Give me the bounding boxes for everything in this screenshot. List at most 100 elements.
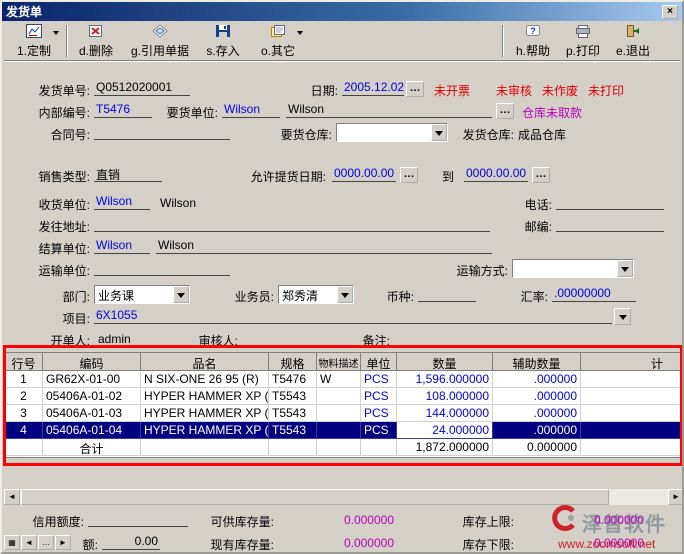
cell-blank <box>581 439 684 456</box>
scrollbar-thumb[interactable] <box>21 489 609 505</box>
cell-row-no: 1 <box>5 371 43 388</box>
date-picker-button[interactable]: … <box>406 81 424 97</box>
scroll-left-button[interactable]: ◄ <box>4 489 20 505</box>
auditor-input[interactable] <box>242 330 346 346</box>
receiver-code-link[interactable]: Wilson <box>94 194 150 210</box>
pickup-from-picker-button[interactable]: … <box>400 167 418 183</box>
transport-mode-combo[interactable] <box>512 259 634 278</box>
col-header-spec[interactable]: 规格 <box>269 353 317 371</box>
toolbar: 1.定制 d.删除 g.引用单据 s.存入 o.其它 ? h.帮助 p.打印 <box>4 22 680 60</box>
print-button[interactable]: p.打印 <box>560 23 606 59</box>
zip-input[interactable] <box>556 216 664 232</box>
help-button[interactable]: ? h.帮助 <box>509 23 557 59</box>
settle-unit-code-link[interactable]: Wilson <box>94 238 150 254</box>
customize-label: 1.定制 <box>17 42 51 59</box>
record-next-button[interactable]: ► <box>55 535 71 550</box>
creator-value: admin <box>98 332 131 346</box>
demand-unit-name-input[interactable]: Wilson <box>286 102 492 118</box>
cell-spec: T5543 <box>269 422 317 439</box>
settle-unit-label: 结算单位: <box>30 240 90 257</box>
address-input[interactable] <box>94 216 490 232</box>
transport-unit-input[interactable] <box>94 260 230 276</box>
col-header-desc[interactable]: 物料描述 <box>317 353 361 371</box>
project-input[interactable]: 6X1055 <box>94 308 612 324</box>
cell-plan <box>581 422 684 439</box>
scroll-left-icon: ◄ <box>8 492 16 501</box>
exit-button[interactable]: e.退出 <box>610 23 656 59</box>
order-no-input[interactable]: Q0512020001 <box>94 80 190 96</box>
settle-unit-name-input[interactable]: Wilson <box>156 238 492 254</box>
department-label: 部门: <box>30 288 90 305</box>
chevron-down-icon[interactable] <box>337 286 353 303</box>
scroll-right-icon: ► <box>672 492 680 501</box>
close-icon: × <box>667 6 673 17</box>
salesman-value: 郑秀清 <box>279 286 337 303</box>
available-stock-value: 0.000000 <box>302 513 394 527</box>
cell-blank <box>141 439 269 456</box>
col-header-row-no[interactable]: 行号 <box>5 353 43 371</box>
reference-doc-button[interactable]: g.引用单据 <box>126 23 194 59</box>
pickup-date-from-input[interactable]: 0000.00.00 <box>332 166 396 182</box>
chevron-down-icon[interactable] <box>431 124 447 141</box>
date-input[interactable]: 2005.12.02 <box>342 80 404 96</box>
cell-qty: 108.000000 <box>397 388 493 405</box>
phone-input[interactable] <box>556 194 664 210</box>
contract-no-input[interactable] <box>94 124 230 140</box>
horizontal-scrollbar[interactable]: ◄ ► <box>4 489 684 505</box>
salesman-label: 业务员: <box>222 288 274 305</box>
line-items-table: 行号 编码 品名 规格 物料描述 单位 数量 辅助数量 计 1 GR62X-01… <box>4 352 684 458</box>
internal-no-link[interactable]: T5476 <box>94 102 152 118</box>
other-button[interactable]: o.其它 <box>252 23 304 59</box>
cell-qty-editing[interactable]: 24.000000 <box>397 422 493 439</box>
scroll-right-button[interactable]: ► <box>668 489 684 505</box>
pickup-to-picker-button[interactable]: … <box>532 167 550 183</box>
close-button[interactable]: × <box>662 5 678 19</box>
internal-no-label: 内部编号: <box>30 104 90 121</box>
demand-unit-code-input[interactable]: Wilson <box>222 102 280 118</box>
currency-input[interactable] <box>418 286 476 302</box>
titlebar: 发货单 × <box>2 2 682 21</box>
stock-upper-label: 库存上限: <box>450 513 514 530</box>
window-title: 发货单 <box>6 3 42 20</box>
auditor-label: 审核人: <box>186 332 238 349</box>
col-header-plan[interactable]: 计 <box>581 353 684 371</box>
onhand-stock-value: 0.000000 <box>302 536 394 550</box>
contract-no-label: 合同号: <box>30 126 90 143</box>
delivery-order-window: 发货单 × 1.定制 d.删除 g.引用单据 s.存入 o.其它 <box>0 0 684 554</box>
save-button[interactable]: s.存入 <box>200 23 246 59</box>
col-header-qty[interactable]: 数量 <box>397 353 493 371</box>
delete-button[interactable]: d.删除 <box>72 23 120 59</box>
other-icon <box>270 24 286 41</box>
cell-blank <box>5 439 43 456</box>
remark-input[interactable] <box>394 330 662 346</box>
demand-warehouse-label: 要货仓库: <box>272 126 332 143</box>
record-more-button[interactable]: … <box>38 535 54 550</box>
project-dropdown-button[interactable] <box>614 308 631 325</box>
cell-name: HYPER HAMMER XP (R) <box>141 422 269 439</box>
sales-type-input[interactable]: 直销 <box>94 166 162 182</box>
transport-mode-value <box>513 260 617 277</box>
print-icon <box>575 24 591 41</box>
demand-unit-lookup-button[interactable]: … <box>496 103 514 119</box>
rate-input[interactable]: .00000000 <box>552 286 636 302</box>
pickup-date-to-input[interactable]: 0000.00.00 <box>464 166 528 182</box>
record-prev-button[interactable]: ◄ <box>21 535 37 550</box>
reference-doc-icon <box>152 24 168 41</box>
customize-button[interactable]: 1.定制 <box>8 23 60 59</box>
next-record-icon: ► <box>59 538 67 547</box>
cell-spec: T5543 <box>269 405 317 422</box>
department-combo[interactable]: 业务课 <box>94 285 190 304</box>
col-header-unit[interactable]: 单位 <box>361 353 397 371</box>
record-grid-button[interactable]: ▦ <box>4 535 20 550</box>
cell-code: 05406A-01-02 <box>43 388 141 405</box>
help-label: h.帮助 <box>516 42 550 59</box>
demand-warehouse-combo[interactable] <box>336 123 448 142</box>
col-header-aux-qty[interactable]: 辅助数量 <box>493 353 581 371</box>
chevron-down-icon[interactable] <box>173 286 189 303</box>
col-header-name[interactable]: 品名 <box>141 353 269 371</box>
creator-label: 开单人: <box>30 332 90 349</box>
amount-value: 0.00 <box>102 534 160 550</box>
chevron-down-icon[interactable] <box>617 260 633 277</box>
salesman-combo[interactable]: 郑秀清 <box>278 285 354 304</box>
col-header-code[interactable]: 编码 <box>43 353 141 371</box>
